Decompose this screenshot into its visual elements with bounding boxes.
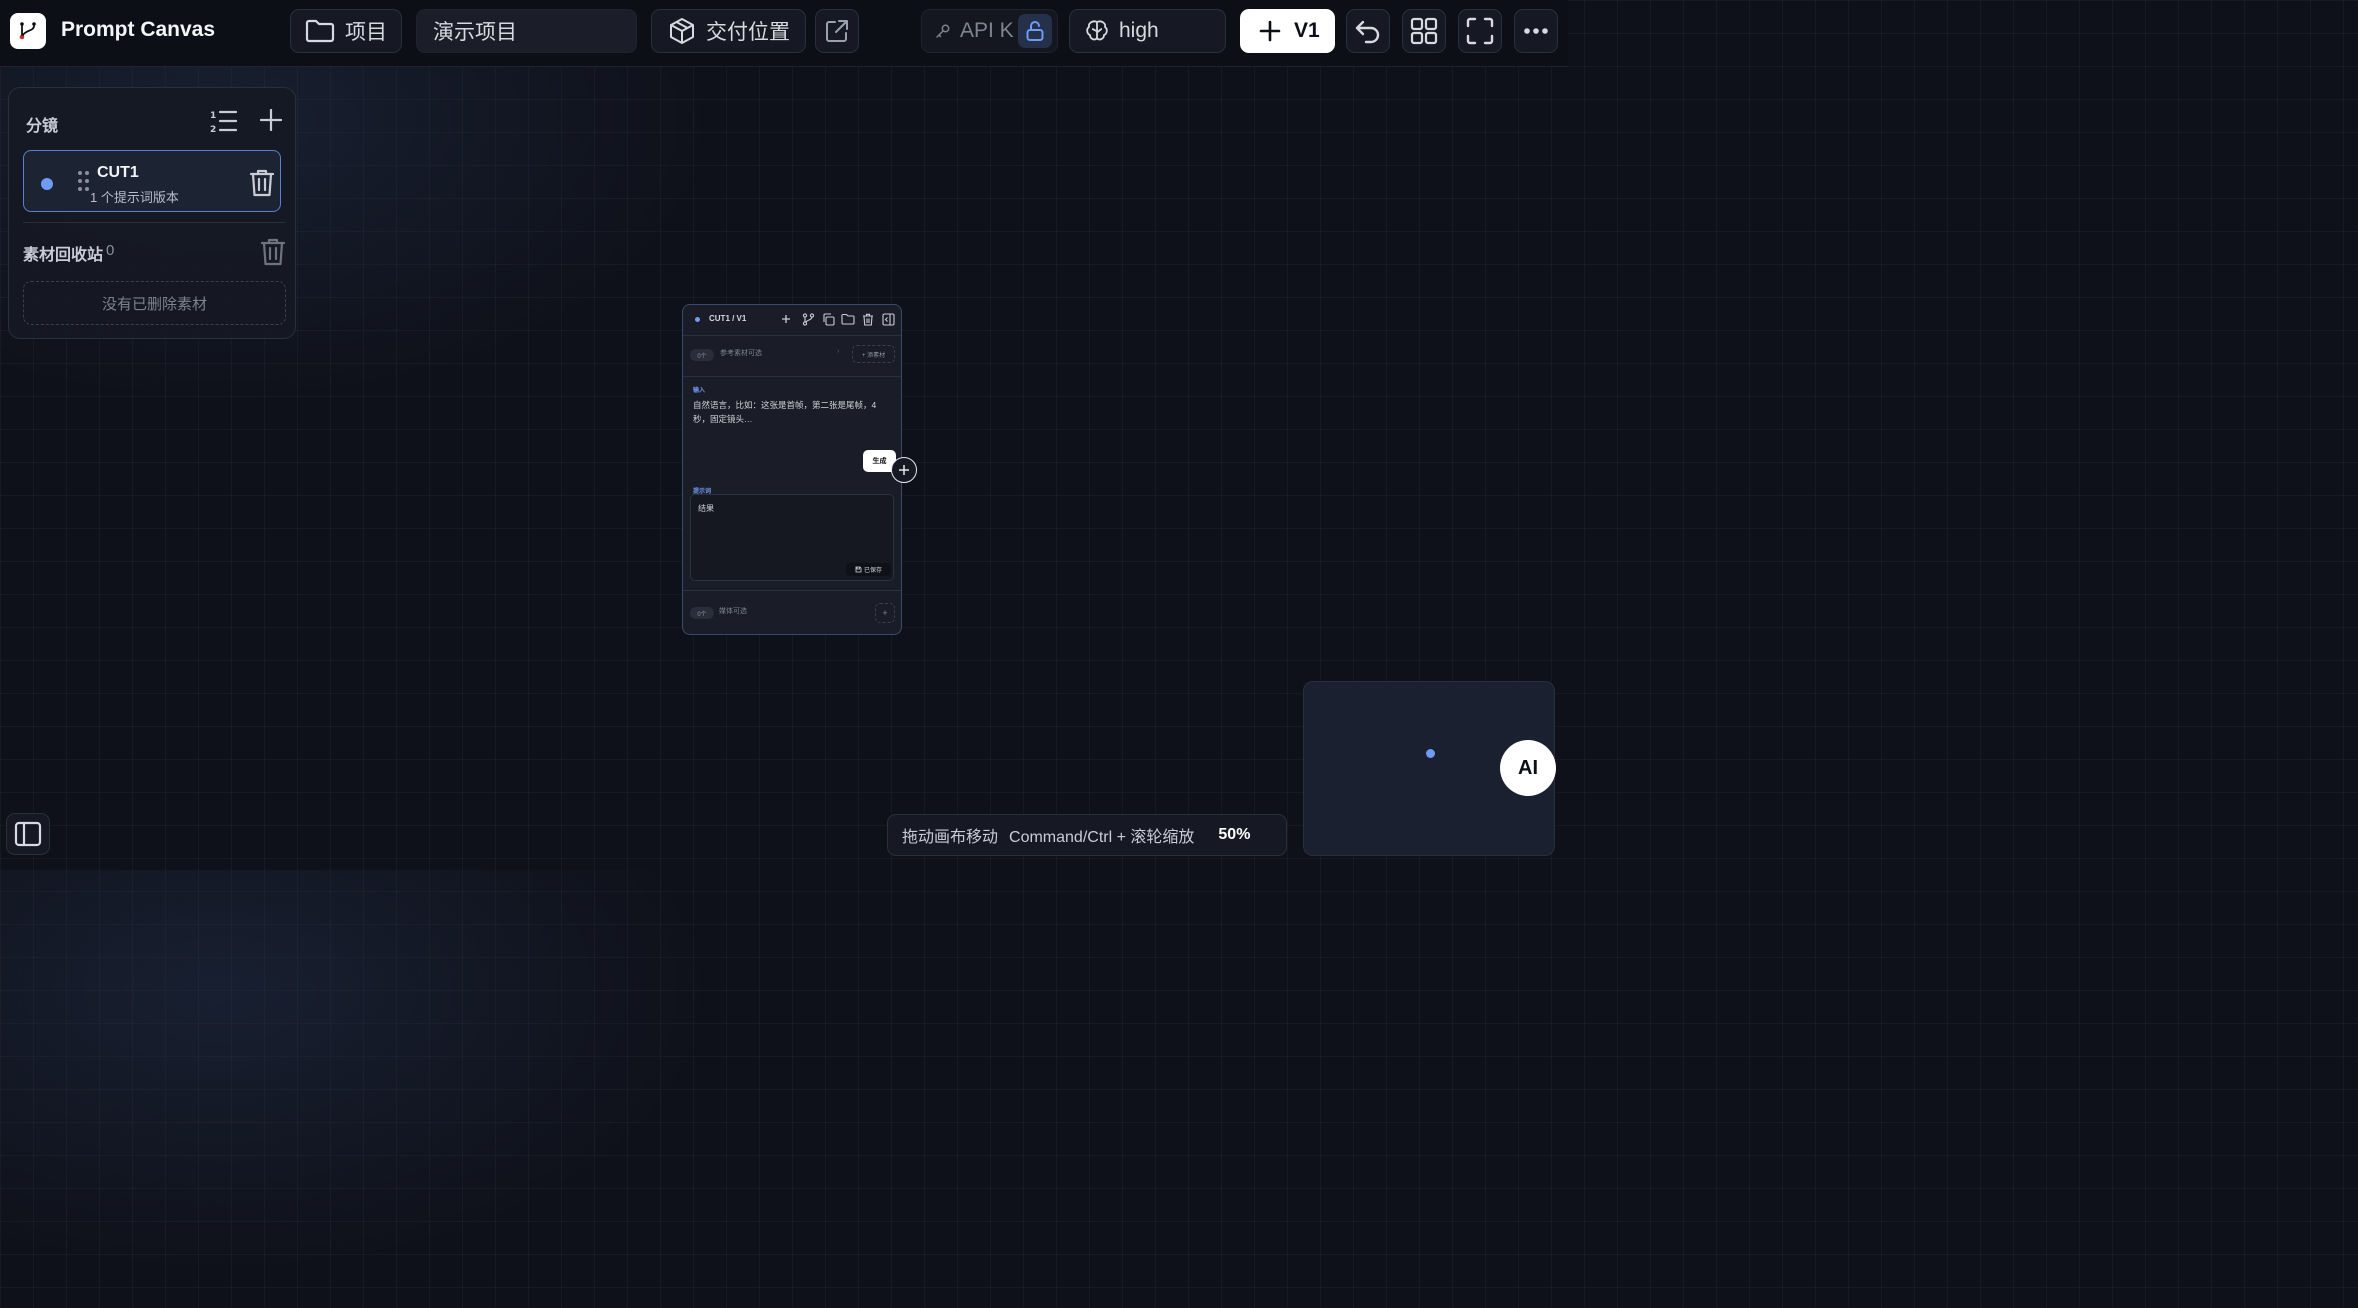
top-bar: Prompt Canvas 项目 演示项目 交付位置 API K high V1	[0, 0, 1568, 67]
toggle-sidebar-button[interactable]	[6, 813, 50, 855]
app-logo[interactable]	[10, 13, 46, 49]
folder-icon	[841, 313, 855, 325]
fullscreen-icon	[1466, 17, 1494, 45]
undo-icon	[1355, 20, 1380, 44]
api-key-field[interactable]: API K	[921, 9, 1058, 53]
project-name-selector[interactable]: 演示项目	[416, 9, 637, 53]
sidebar-icon	[14, 821, 42, 847]
project-button-label: 项目	[345, 21, 387, 44]
api-key-label: API K	[960, 19, 1014, 42]
saved-label: 已保存	[863, 568, 882, 574]
new-version-label: V1	[1294, 19, 1320, 42]
node-divider	[683, 590, 901, 591]
svg-text:2: 2	[210, 125, 216, 135]
shots-panel: 分镜 1 2 CUT1 1 个提示词版本 素材回收站 0 没有已删除素材	[8, 87, 296, 339]
plus-icon	[899, 465, 909, 475]
app-title: Prompt Canvas	[61, 18, 216, 41]
shot-card-cut1[interactable]: CUT1 1 个提示词版本	[23, 150, 281, 212]
node-open-folder-button[interactable]	[841, 312, 855, 326]
input-section-label: 输入	[693, 388, 706, 394]
new-version-button[interactable]: V1	[1240, 9, 1335, 53]
reorder-button[interactable]: 1 2	[209, 107, 237, 135]
package-icon	[670, 18, 694, 44]
reasoning-effort-value: high	[1119, 19, 1159, 42]
external-link-icon	[826, 20, 848, 42]
unlock-button[interactable]	[1018, 14, 1052, 48]
node-status-dot	[695, 317, 700, 322]
trash-icon	[863, 313, 873, 326]
drag-hint: 拖动画布移动	[902, 829, 999, 846]
numbered-list-icon: 1 2	[210, 110, 237, 135]
add-asset-button[interactable]: + 添素材	[852, 345, 895, 363]
add-shot-button[interactable]	[259, 108, 283, 132]
node-duplicate-button[interactable]	[821, 312, 835, 326]
branch-logo-icon	[19, 22, 36, 40]
brain-icon	[1086, 20, 1108, 41]
zoom-hint: Command/Ctrl + 滚轮缩放	[1009, 829, 1195, 846]
delivery-location-button[interactable]: 交付位置	[651, 9, 806, 53]
shot-name: CUT1	[97, 164, 139, 181]
canvas-hint-bar: 拖动画布移动 Command/Ctrl + 滚轮缩放 50%	[887, 814, 1287, 856]
branch-icon	[802, 312, 814, 326]
more-dots-icon	[1524, 28, 1548, 34]
ai-assistant-button[interactable]: AI	[1500, 740, 1556, 796]
node-branch-button[interactable]	[801, 312, 815, 326]
asset-count-pill: 0个	[690, 349, 714, 361]
plus-icon	[1259, 20, 1281, 42]
fullscreen-button[interactable]	[1458, 9, 1502, 53]
active-indicator	[41, 178, 53, 190]
delete-shot-button[interactable]	[248, 168, 276, 198]
panel-divider	[23, 222, 286, 223]
svg-text:1: 1	[210, 111, 216, 121]
minimap-node-marker	[1426, 749, 1435, 758]
node-divider	[683, 376, 901, 377]
layout-grid-button[interactable]	[1402, 9, 1446, 53]
input-textarea[interactable]: 自然语言，比如：这张是首帧，第二张是尾帧，4秒，固定镜头…	[693, 398, 893, 426]
panel-collapse-icon	[881, 312, 895, 326]
result-text: 结果	[698, 504, 714, 513]
recycle-bin-title: 素材回收站	[23, 247, 104, 264]
saved-badge: 已保存	[846, 563, 891, 576]
shots-title: 分镜	[26, 118, 59, 135]
project-button[interactable]: 项目	[290, 9, 402, 53]
plus-icon	[782, 315, 790, 323]
node-add-button[interactable]	[779, 312, 793, 326]
shot-version-count: 1 个提示词版本	[90, 190, 179, 205]
add-connection-handle[interactable]	[891, 457, 917, 483]
project-name: 演示项目	[433, 21, 517, 44]
unlock-icon	[1026, 21, 1044, 41]
asset-hint: 参考素材可选	[720, 350, 762, 357]
zoom-level[interactable]: 50%	[1218, 826, 1250, 844]
media-hint: 媒体可选	[719, 608, 747, 615]
node-header: CUT1 / V1	[683, 305, 901, 336]
open-external-button[interactable]	[815, 9, 859, 53]
media-count-pill: 0个	[690, 607, 714, 619]
empty-recycle-button[interactable]	[259, 237, 287, 267]
trash-icon	[260, 238, 286, 266]
node-collapse-button[interactable]	[881, 312, 895, 326]
recycle-bin-count: 0	[106, 242, 115, 259]
node-delete-button[interactable]	[861, 312, 875, 326]
delivery-location-label: 交付位置	[706, 21, 790, 44]
more-options-button[interactable]	[1514, 9, 1558, 53]
save-icon	[855, 566, 862, 573]
add-media-button[interactable]: +	[875, 603, 895, 623]
reasoning-effort-select[interactable]: high	[1069, 9, 1226, 53]
trash-icon	[249, 169, 275, 197]
copy-icon	[822, 312, 835, 326]
drag-handle-icon[interactable]	[77, 169, 91, 193]
prompt-node-cut1-v1[interactable]: CUT1 / V1 0个 参考素材可选 › + 添素材 输入 自然语言，比如：这…	[682, 304, 917, 635]
key-icon	[936, 24, 950, 38]
grid-icon	[1410, 17, 1438, 45]
plus-icon	[259, 108, 283, 132]
node-title: CUT1 / V1	[709, 314, 747, 323]
folder-icon	[305, 19, 335, 43]
recycle-empty-state: 没有已删除素材	[23, 281, 286, 325]
chevron-right-icon[interactable]: ›	[837, 348, 839, 355]
prompt-result-box[interactable]: 结果 已保存	[690, 494, 894, 581]
undo-button[interactable]	[1346, 9, 1390, 53]
